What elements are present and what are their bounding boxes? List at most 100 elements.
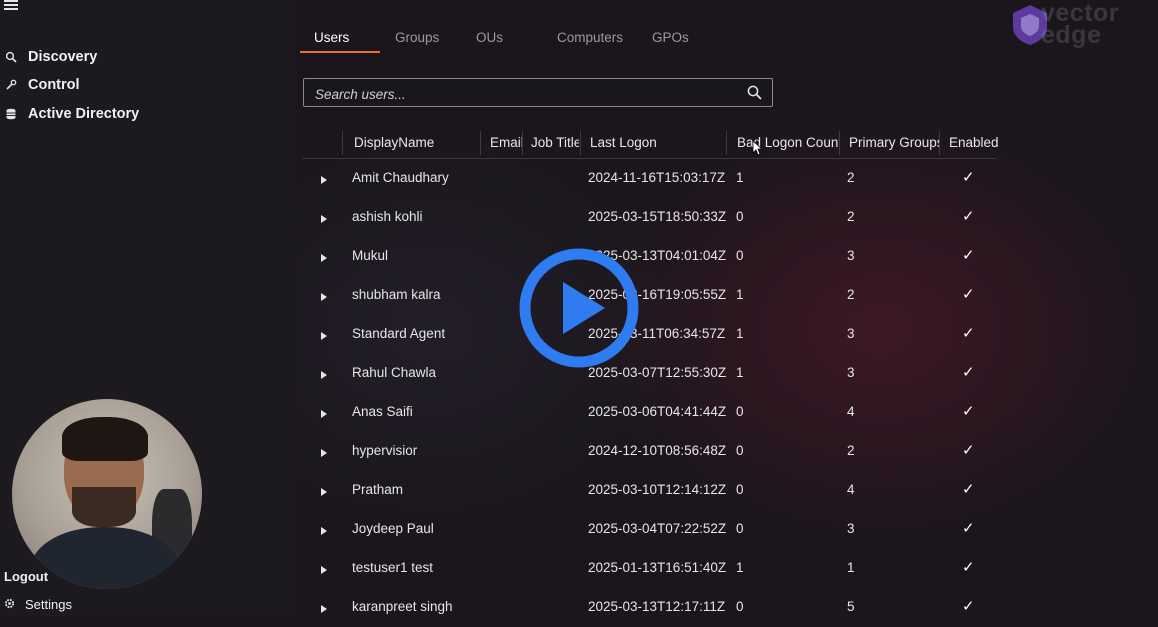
- cell-display-name: Standard Agent: [352, 326, 446, 341]
- table-row[interactable]: Mukul 2025-03-13T04:01:04Z 0 3 ✓: [302, 237, 996, 276]
- enabled-check-icon: ✓: [962, 169, 975, 186]
- table-row[interactable]: testuser1 test 2025-01-13T16:51:40Z 1 1 ✓: [302, 549, 996, 588]
- cell-primary-groups: 4: [847, 404, 855, 419]
- cell-bad-logon-count: 0: [736, 209, 744, 224]
- enabled-check-icon: ✓: [962, 403, 975, 420]
- table-row[interactable]: Rahul Chawla 2025-03-07T12:55:30Z 1 3 ✓: [302, 354, 996, 393]
- cell-last-logon: 2025-03-13T12:17:11Z: [588, 599, 726, 614]
- table-row[interactable]: hypervisior 2024-12-10T08:56:48Z 0 2 ✓: [302, 432, 996, 471]
- tab-gpos[interactable]: GPOs: [652, 30, 689, 45]
- gear-icon: [4, 597, 15, 612]
- table-row[interactable]: Pratham 2025-03-10T12:14:12Z 0 4 ✓: [302, 471, 996, 510]
- sidebar: Discovery Control Active Directory Logou…: [0, 0, 296, 616]
- table-row[interactable]: karanpreet singh 2025-03-13T12:17:11Z 0 5 ✓: [302, 588, 996, 627]
- table-header: DisplayName Email Job Title Last Logon B…: [302, 128, 999, 159]
- cell-last-logon: 2024-12-10T08:56:48Z: [588, 443, 727, 458]
- expand-row-icon[interactable]: [320, 211, 328, 229]
- column-header-job-title[interactable]: Job Title: [531, 135, 579, 150]
- wrench-icon: [4, 78, 18, 92]
- table-row[interactable]: shubham kalra 2025-03-16T19:05:55Z 1 2 ✓: [302, 276, 996, 315]
- expand-row-icon[interactable]: [320, 406, 328, 424]
- expand-row-icon[interactable]: [320, 250, 328, 268]
- sidebar-item-label: Discovery: [28, 49, 98, 65]
- video-play-button[interactable]: [518, 247, 640, 369]
- column-divider[interactable]: [839, 131, 840, 155]
- cell-display-name: Amit Chaudhary: [352, 170, 449, 185]
- brand-wordmark: vector edge: [1041, 0, 1120, 49]
- table-row[interactable]: Joydeep Paul 2025-03-04T07:22:52Z 0 3 ✓: [302, 510, 996, 549]
- sidebar-item-control[interactable]: Control: [4, 77, 80, 93]
- mouse-cursor-icon: [752, 140, 762, 156]
- expand-row-icon[interactable]: [320, 562, 328, 580]
- cell-primary-groups: 3: [847, 248, 855, 263]
- cell-display-name: Anas Saifi: [352, 404, 413, 419]
- column-header-last-logon[interactable]: Last Logon: [590, 135, 724, 150]
- column-header-primary-groups[interactable]: Primary Groups: [849, 135, 939, 150]
- cell-display-name: hypervisior: [352, 443, 418, 458]
- search-icon[interactable]: [747, 85, 762, 105]
- search-box: [303, 78, 773, 107]
- cell-bad-logon-count: 1: [736, 170, 744, 185]
- expand-row-icon[interactable]: [320, 484, 328, 502]
- expand-row-icon[interactable]: [320, 523, 328, 541]
- column-divider[interactable]: [939, 131, 940, 155]
- cell-display-name: Joydeep Paul: [352, 521, 434, 536]
- column-header-displayname[interactable]: DisplayName: [354, 135, 478, 150]
- tab-users[interactable]: Users: [314, 30, 349, 45]
- expand-row-icon[interactable]: [320, 601, 328, 619]
- logout-button[interactable]: Logout: [4, 569, 48, 584]
- cell-bad-logon-count: 0: [736, 521, 744, 536]
- column-header-email[interactable]: Email: [490, 135, 522, 150]
- cell-primary-groups: 3: [847, 326, 855, 341]
- tab-groups[interactable]: Groups: [395, 30, 439, 45]
- enabled-check-icon: ✓: [962, 442, 975, 459]
- enabled-check-icon: ✓: [962, 559, 975, 576]
- column-divider[interactable]: [726, 131, 727, 155]
- tab-ous[interactable]: OUs: [476, 30, 503, 45]
- expand-row-icon[interactable]: [320, 328, 328, 346]
- cell-display-name: testuser1 test: [352, 560, 434, 575]
- enabled-check-icon: ✓: [962, 364, 975, 381]
- search-icon: [4, 50, 18, 64]
- table-row[interactable]: Amit Chaudhary 2024-11-16T15:03:17Z 1 2 ✓: [302, 159, 996, 198]
- search-input[interactable]: [313, 84, 737, 104]
- cell-bad-logon-count: 0: [736, 482, 744, 497]
- tab-computers[interactable]: Computers: [557, 30, 623, 45]
- column-divider[interactable]: [580, 131, 581, 155]
- column-header-enabled[interactable]: Enabled: [949, 135, 999, 150]
- column-divider[interactable]: [342, 131, 343, 155]
- enabled-check-icon: ✓: [962, 481, 975, 498]
- sidebar-item-discovery[interactable]: Discovery: [4, 49, 97, 65]
- cell-last-logon: 2025-01-13T16:51:40Z: [588, 560, 727, 575]
- sidebar-item-active-directory[interactable]: Active Directory: [4, 106, 139, 122]
- column-divider[interactable]: [480, 131, 481, 155]
- cell-primary-groups: 3: [847, 365, 855, 380]
- hamburger-menu-icon[interactable]: [4, 0, 18, 10]
- table-row[interactable]: Standard Agent 2025-03-11T06:34:57Z 1 3 ✓: [302, 315, 996, 354]
- cell-primary-groups: 2: [847, 170, 855, 185]
- cell-display-name: Rahul Chawla: [352, 365, 437, 380]
- database-icon: [4, 107, 18, 121]
- cell-display-name: Mukul: [352, 248, 389, 263]
- table-row[interactable]: Anas Saifi 2025-03-06T04:41:44Z 0 4 ✓: [302, 393, 996, 432]
- sidebar-item-label: Control: [28, 77, 80, 93]
- expand-row-icon[interactable]: [320, 445, 328, 463]
- enabled-check-icon: ✓: [962, 598, 975, 615]
- column-divider[interactable]: [522, 131, 523, 155]
- settings-button[interactable]: Settings: [4, 597, 72, 612]
- expand-row-icon[interactable]: [320, 367, 328, 385]
- cell-bad-logon-count: 0: [736, 404, 744, 419]
- cell-last-logon: 2025-03-10T12:14:12Z: [588, 482, 727, 497]
- cell-bad-logon-count: 1: [736, 287, 744, 302]
- cell-bad-logon-count: 1: [736, 560, 744, 575]
- enabled-check-icon: ✓: [962, 247, 975, 264]
- enabled-check-icon: ✓: [962, 208, 975, 225]
- cell-last-logon: 2025-03-15T18:50:33Z: [588, 209, 727, 224]
- enabled-check-icon: ✓: [962, 286, 975, 303]
- expand-row-icon[interactable]: [320, 289, 328, 307]
- expand-row-icon[interactable]: [320, 172, 328, 190]
- cell-display-name: shubham kalra: [352, 287, 441, 302]
- table-row[interactable]: ashish kohli 2025-03-15T18:50:33Z 0 2 ✓: [302, 198, 996, 237]
- main-panel: Users Groups OUs Computers GPOs DisplayN…: [296, 0, 1158, 616]
- cell-display-name: ashish kohli: [352, 209, 423, 224]
